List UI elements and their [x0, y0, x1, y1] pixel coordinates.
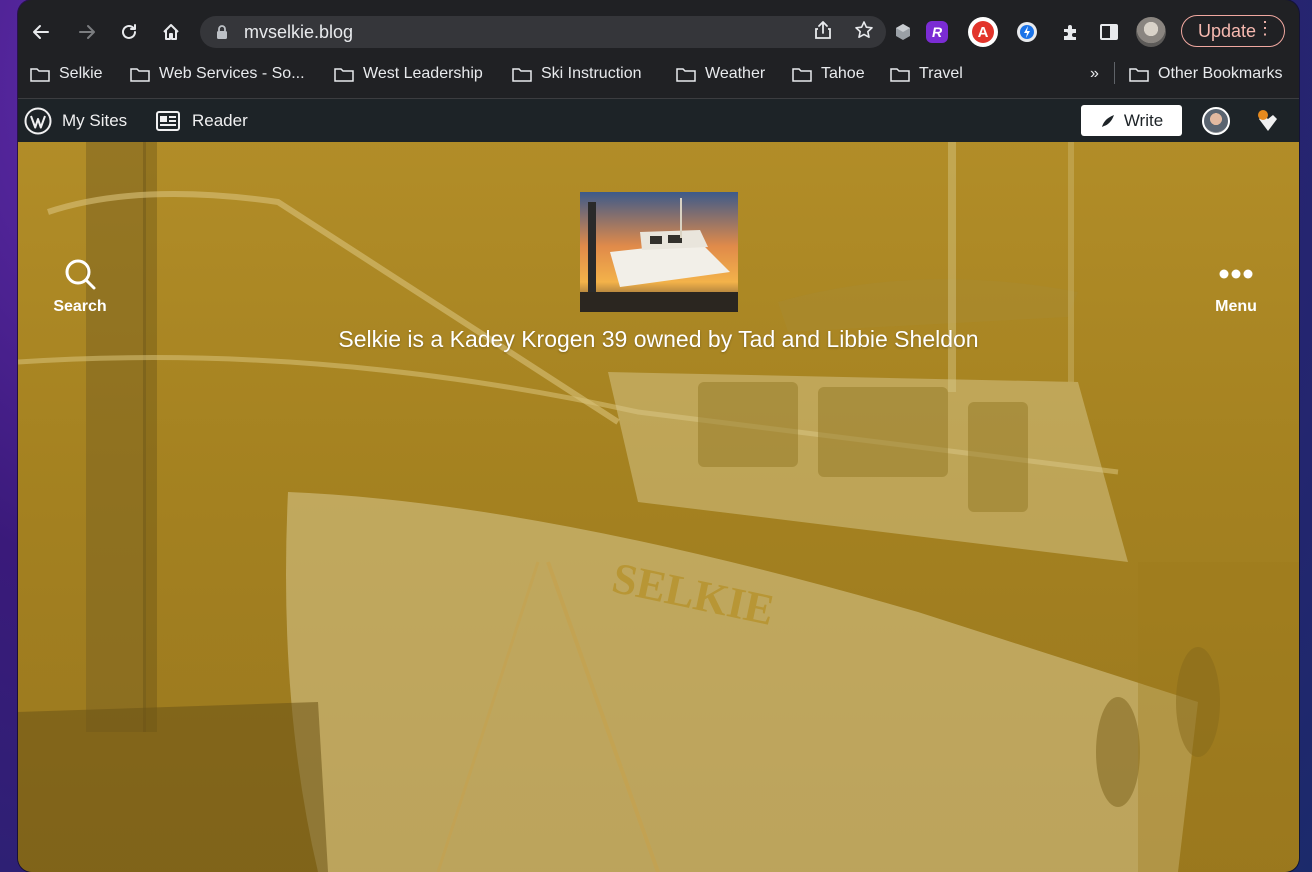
extension-r[interactable]: R	[926, 16, 948, 48]
search-label: Search	[53, 298, 107, 315]
bookmarks-separator	[1114, 62, 1115, 84]
search-toggle[interactable]: Search	[40, 257, 120, 316]
wp-avatar	[1202, 106, 1230, 135]
browser-window: mvselkie.blog R A Update ⋮ Selkie Web Se…	[18, 0, 1299, 872]
bookmark-star-icon[interactable]	[854, 20, 874, 45]
reader-icon	[156, 110, 180, 131]
sidepanel-icon	[1096, 19, 1122, 45]
bookmark-label: Weather	[705, 65, 766, 82]
reload-button[interactable]	[114, 17, 144, 47]
bookmarks-overflow-button[interactable]: »	[1090, 62, 1099, 86]
folder-icon	[334, 67, 354, 82]
bookmark-folder-tahoe[interactable]: Tahoe	[792, 62, 865, 86]
update-label: Update	[1198, 20, 1257, 41]
notifications-button[interactable]	[1254, 99, 1282, 142]
bookmark-label: Travel	[919, 65, 963, 82]
write-button[interactable]: Write	[1081, 105, 1182, 136]
bookmarks-bar: Selkie Web Services - So... West Leaders…	[18, 58, 1299, 88]
my-sites-label: My Sites	[62, 110, 128, 130]
browser-toolbar: mvselkie.blog R A Update ⋮	[18, 12, 1299, 52]
extensions-button[interactable]	[1058, 16, 1084, 48]
folder-icon	[792, 67, 812, 82]
address-bar[interactable]: mvselkie.blog	[200, 16, 886, 48]
update-button[interactable]: Update ⋮	[1181, 15, 1285, 47]
folder-icon	[30, 67, 50, 82]
wp-profile-button[interactable]	[1202, 99, 1230, 142]
site-tagline: Selkie is a Kadey Krogen 39 owned by Tad…	[338, 326, 979, 352]
search-icon	[65, 259, 96, 290]
ellipsis-icon	[1219, 269, 1253, 279]
extension-lightning[interactable]	[1014, 16, 1040, 48]
a-ext-icon: A	[968, 17, 998, 47]
profile-avatar	[1136, 17, 1166, 47]
reader-label: Reader	[192, 110, 248, 130]
my-sites-link[interactable]: My Sites	[24, 99, 127, 142]
back-button[interactable]	[26, 17, 56, 47]
bookmark-folder-selkie[interactable]: Selkie	[30, 62, 103, 86]
site-logo-image	[580, 192, 738, 312]
lock-icon	[216, 24, 234, 40]
profile-button[interactable]	[1136, 16, 1166, 48]
write-label: Write	[1123, 110, 1164, 130]
shield-ext-icon	[890, 19, 916, 45]
bookmark-folder-weather[interactable]: Weather	[676, 62, 765, 86]
reader-link[interactable]: Reader	[156, 99, 248, 142]
more-menu-icon[interactable]: ⋮	[1256, 18, 1274, 39]
bookmark-label: Tahoe	[821, 65, 865, 82]
pen-icon	[1101, 114, 1114, 127]
bookmark-label: Ski Instruction	[541, 65, 642, 82]
url-text: mvselkie.blog	[244, 21, 354, 42]
home-button[interactable]	[156, 17, 186, 47]
reload-icon	[122, 24, 136, 39]
folder-icon	[676, 67, 696, 82]
bookmark-folder-west-leadership[interactable]: West Leadership	[334, 62, 483, 86]
other-bookmarks-label: Other Bookmarks	[1158, 65, 1283, 82]
other-bookmarks-folder[interactable]: Other Bookmarks	[1129, 62, 1282, 86]
extension-a[interactable]: A	[968, 16, 998, 48]
folder-icon	[890, 67, 910, 82]
bookmark-folder-ski-instruction[interactable]: Ski Instruction	[512, 62, 641, 86]
side-panel-button[interactable]	[1096, 16, 1122, 48]
r-ext-icon: R	[926, 21, 948, 43]
bookmark-label: Web Services - So...	[159, 65, 305, 82]
wp-admin-bar: My Sites Reader Write	[18, 99, 1299, 142]
site-header-cover: SELKIE Search Menu Selkie is a Kadey Kro…	[18, 142, 1299, 872]
extension-shield[interactable]	[890, 16, 916, 48]
folder-icon	[1129, 67, 1149, 82]
notifications-bell-icon	[1258, 109, 1277, 131]
bookmark-label: West Leadership	[363, 65, 483, 82]
bookmark-label: Selkie	[59, 65, 103, 82]
home-icon	[163, 24, 179, 40]
folder-icon	[512, 67, 532, 82]
back-arrow-icon	[33, 25, 49, 39]
bookmark-folder-web-services[interactable]: Web Services - So...	[130, 62, 305, 86]
folder-icon	[130, 67, 150, 82]
menu-label: Menu	[1215, 298, 1257, 315]
bookmark-folder-travel[interactable]: Travel	[890, 62, 963, 86]
lightning-ext-icon	[1014, 19, 1040, 45]
forward-button[interactable]	[72, 17, 102, 47]
wordpress-logo-icon	[24, 107, 52, 134]
puzzle-icon	[1058, 19, 1084, 45]
menu-toggle[interactable]: Menu	[1196, 257, 1276, 316]
forward-arrow-icon	[79, 25, 95, 39]
site-logo[interactable]	[580, 192, 738, 312]
share-icon[interactable]	[814, 20, 832, 45]
